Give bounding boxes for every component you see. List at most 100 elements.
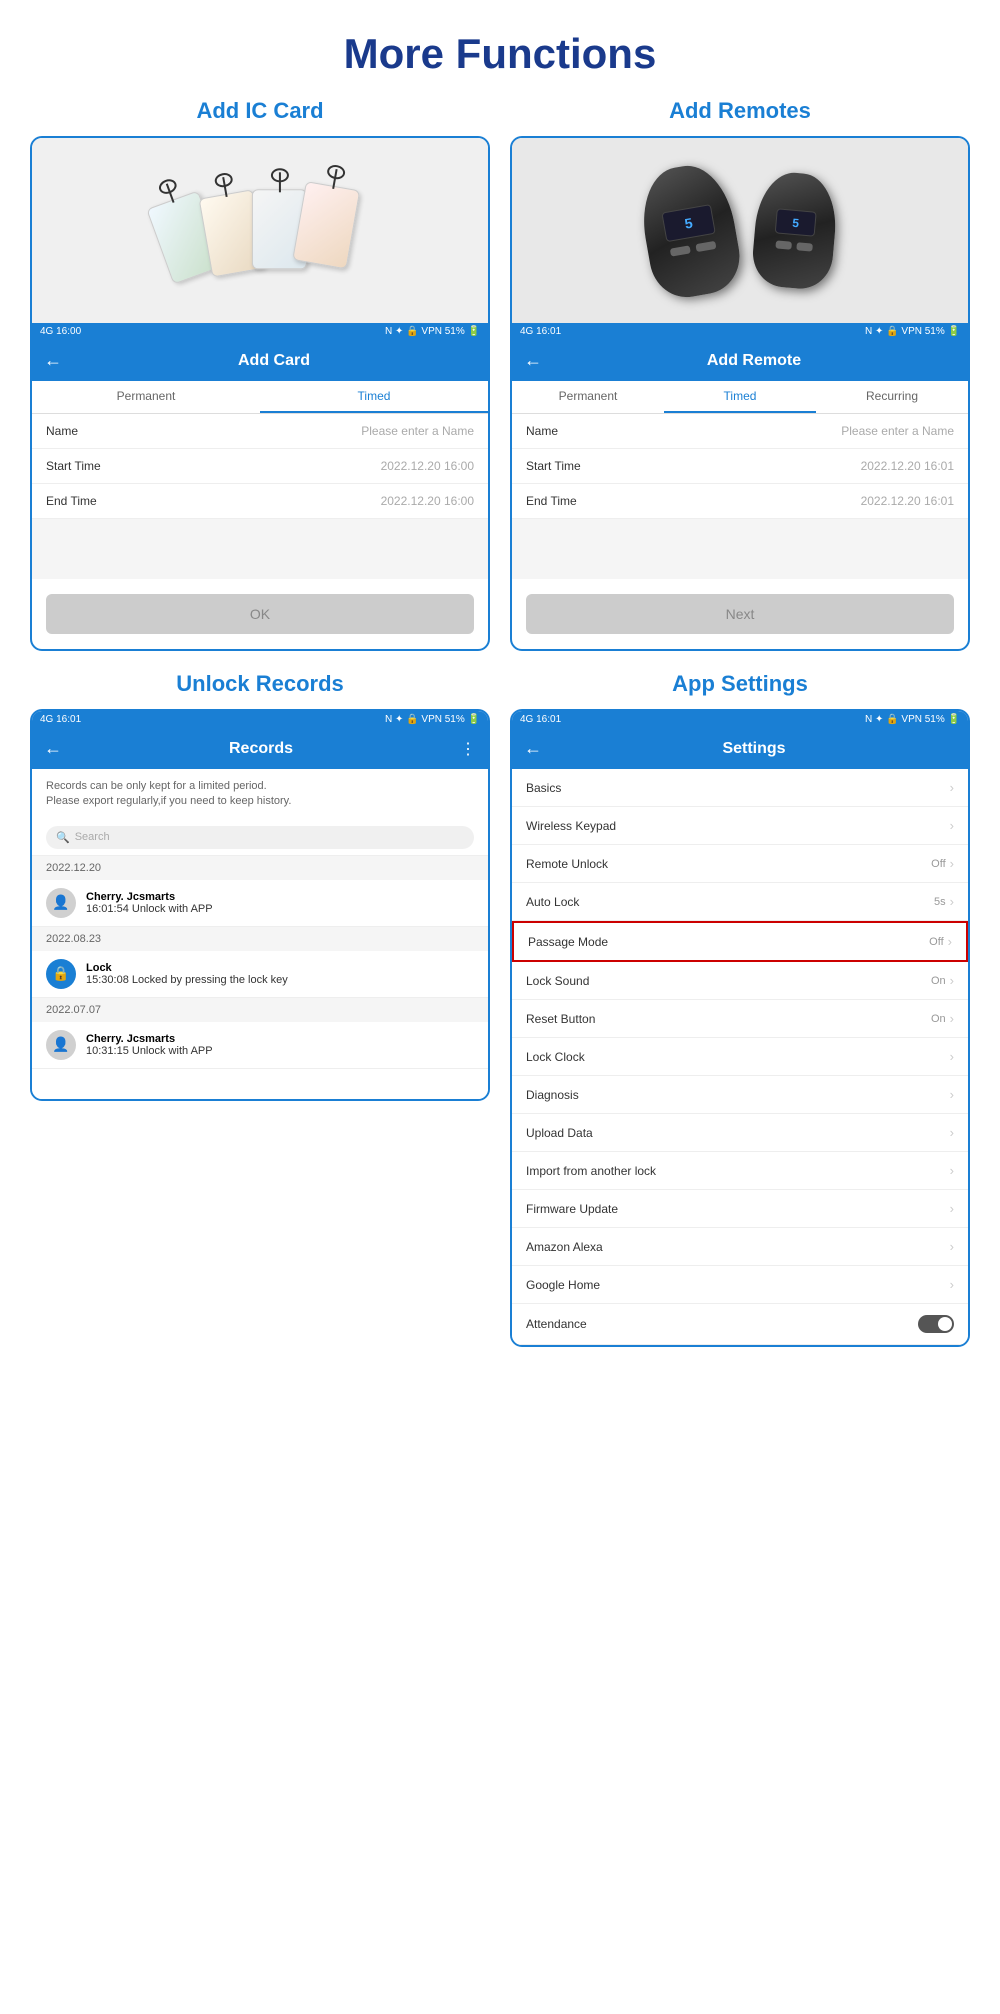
phone-frame-settings: 4G 16:01 N ✦ 🔒 VPN 51% 🔋 ← Settings Basi… xyxy=(510,709,970,1347)
settings-back-arrow-icon[interactable]: ← xyxy=(524,738,542,759)
chevron-right-icon: › xyxy=(948,934,952,949)
settings-row-auto-lock[interactable]: Auto Lock 5s › xyxy=(512,883,968,921)
remote-phone-header: ← Add Remote xyxy=(512,340,968,381)
keyfob-btn-1 xyxy=(670,245,691,256)
settings-row-firmware[interactable]: Firmware Update › xyxy=(512,1190,968,1228)
ic-header-title: Add Card xyxy=(72,352,476,370)
section-add-ic-card: Add IC Card 4G 16:00 N ✦ 🔒 VPN 51% 🔋 ← A… xyxy=(30,98,490,651)
chevron-right-icon: › xyxy=(950,1163,954,1178)
chevron-right-icon: › xyxy=(950,973,954,988)
settings-row-lock-clock[interactable]: Lock Clock › xyxy=(512,1038,968,1076)
remote-field-start: Start Time 2022.12.20 16:01 xyxy=(512,449,968,484)
record-date-3: 2022.07.07 xyxy=(32,998,488,1022)
record-entry-2: 🔒 Lock 15:30:08 Locked by pressing the l… xyxy=(32,951,488,998)
record-date-1: 2022.12.20 xyxy=(32,856,488,880)
settings-row-wireless-keypad[interactable]: Wireless Keypad › xyxy=(512,807,968,845)
chevron-right-icon: › xyxy=(950,1201,954,1216)
phone-frame-remotes: 5 5 4 xyxy=(510,136,970,651)
remote-next-button[interactable]: Next xyxy=(526,594,954,634)
settings-row-reset-button[interactable]: Reset Button On › xyxy=(512,1000,968,1038)
section-title-settings: App Settings xyxy=(672,671,808,697)
ic-tabs: Permanent Timed xyxy=(32,381,488,414)
settings-row-passage-mode[interactable]: Passage Mode Off › xyxy=(512,921,968,962)
settings-status-bar: 4G 16:01 N ✦ 🔒 VPN 51% 🔋 xyxy=(512,711,968,728)
remote-status-bar: 4G 16:01 N ✦ 🔒 VPN 51% 🔋 xyxy=(512,323,968,340)
ic-field-start: Start Time 2022.12.20 16:00 xyxy=(32,449,488,484)
sections-grid: Add IC Card 4G 16:00 N ✦ 🔒 VPN 51% 🔋 ← A… xyxy=(0,98,1000,1377)
remote-header-title: Add Remote xyxy=(552,352,956,370)
remote-visual: 5 5 xyxy=(625,146,855,316)
record-avatar-1: 👤 xyxy=(46,888,76,918)
record-date-2: 2022.08.23 xyxy=(32,927,488,951)
page-title: More Functions xyxy=(0,0,1000,98)
ic-tab-timed[interactable]: Timed xyxy=(260,381,488,413)
chevron-right-icon: › xyxy=(950,780,954,795)
attendance-toggle[interactable] xyxy=(918,1315,954,1333)
chevron-right-icon: › xyxy=(950,1239,954,1254)
record-entry-1: 👤 Cherry. Jcsmarts 16:01:54 Unlock with … xyxy=(32,880,488,927)
records-back-arrow-icon[interactable]: ← xyxy=(44,738,62,759)
settings-row-basics[interactable]: Basics › xyxy=(512,769,968,807)
remote-field-end: End Time 2022.12.20 16:01 xyxy=(512,484,968,519)
record-text-3: Cherry. Jcsmarts 10:31:15 Unlock with AP… xyxy=(86,1033,213,1057)
ic-phone-header: ← Add Card xyxy=(32,340,488,381)
settings-row-lock-sound[interactable]: Lock Sound On › xyxy=(512,962,968,1000)
settings-row-import-lock[interactable]: Import from another lock › xyxy=(512,1152,968,1190)
records-bottom-spacer xyxy=(32,1069,488,1099)
records-info-line1: Records can be only kept for a limited p… xyxy=(46,779,474,794)
ic-field-name: Name Please enter a Name xyxy=(32,414,488,449)
keyfob-screen-1: 5 xyxy=(661,204,715,242)
keyfob-1: 5 xyxy=(634,159,745,303)
section-add-remotes: Add Remotes 5 5 xyxy=(510,98,970,651)
chevron-right-icon: › xyxy=(950,1049,954,1064)
settings-row-remote-unlock[interactable]: Remote Unlock Off › xyxy=(512,845,968,883)
ic-status-bar: 4G 16:00 N ✦ 🔒 VPN 51% 🔋 xyxy=(32,323,488,340)
chevron-right-icon: › xyxy=(950,818,954,833)
ic-tab-permanent[interactable]: Permanent xyxy=(32,381,260,413)
remote-field-name: Name Please enter a Name xyxy=(512,414,968,449)
records-info-line2: Please export regularly,if you need to k… xyxy=(46,794,474,809)
chevron-right-icon: › xyxy=(950,1125,954,1140)
remote-tabs: Permanent Timed Recurring xyxy=(512,381,968,414)
records-header-title: Records xyxy=(72,740,450,758)
settings-row-diagnosis[interactable]: Diagnosis › xyxy=(512,1076,968,1114)
records-search-bar[interactable]: 🔍 Search xyxy=(32,820,488,856)
settings-header-title: Settings xyxy=(552,740,956,758)
phone-frame-ic-card: 4G 16:00 N ✦ 🔒 VPN 51% 🔋 ← Add Card Perm… xyxy=(30,136,490,651)
records-phone-header: ← Records ⋮ xyxy=(32,728,488,769)
keyfob-btn-3 xyxy=(775,240,792,249)
ic-field-end: End Time 2022.12.20 16:00 xyxy=(32,484,488,519)
section-app-settings: App Settings 4G 16:01 N ✦ 🔒 VPN 51% 🔋 ← … xyxy=(510,671,970,1347)
settings-row-amazon-alexa[interactable]: Amazon Alexa › xyxy=(512,1228,968,1266)
keyfob-screen-2: 5 xyxy=(775,208,817,236)
chevron-right-icon: › xyxy=(950,1277,954,1292)
keyfob-btn-4 xyxy=(796,242,813,251)
settings-row-upload-data[interactable]: Upload Data › xyxy=(512,1114,968,1152)
settings-row-google-home[interactable]: Google Home › xyxy=(512,1266,968,1304)
ic-back-arrow-icon[interactable]: ← xyxy=(44,350,62,371)
remote-tab-recurring[interactable]: Recurring xyxy=(816,381,968,413)
record-text-1: Cherry. Jcsmarts 16:01:54 Unlock with AP… xyxy=(86,891,213,915)
remote-back-arrow-icon[interactable]: ← xyxy=(524,350,542,371)
section-title-remotes: Add Remotes xyxy=(669,98,811,124)
keyfob-btn-2 xyxy=(695,240,716,251)
chevron-right-icon: › xyxy=(950,1087,954,1102)
remote-tab-timed[interactable]: Timed xyxy=(664,381,816,413)
search-icon: 🔍 xyxy=(56,831,70,844)
section-unlock-records: Unlock Records 4G 16:01 N ✦ 🔒 VPN 51% 🔋 … xyxy=(30,671,490,1347)
keyfob-2: 5 xyxy=(750,170,840,292)
chevron-right-icon: › xyxy=(950,856,954,871)
record-avatar-2: 🔒 xyxy=(46,959,76,989)
record-text-2: Lock 15:30:08 Locked by pressing the loc… xyxy=(86,962,288,986)
chevron-right-icon: › xyxy=(950,1011,954,1026)
ic-ok-button[interactable]: OK xyxy=(46,594,474,634)
records-more-icon[interactable]: ⋮ xyxy=(460,739,476,759)
record-avatar-3: 👤 xyxy=(46,1030,76,1060)
settings-row-attendance[interactable]: Attendance xyxy=(512,1304,968,1345)
records-status-bar: 4G 16:01 N ✦ 🔒 VPN 51% 🔋 xyxy=(32,711,488,728)
section-title-records: Unlock Records xyxy=(176,671,344,697)
record-entry-3: 👤 Cherry. Jcsmarts 10:31:15 Unlock with … xyxy=(32,1022,488,1069)
settings-phone-header: ← Settings xyxy=(512,728,968,769)
remote-tab-permanent[interactable]: Permanent xyxy=(512,381,664,413)
section-title-ic-card: Add IC Card xyxy=(196,98,323,124)
